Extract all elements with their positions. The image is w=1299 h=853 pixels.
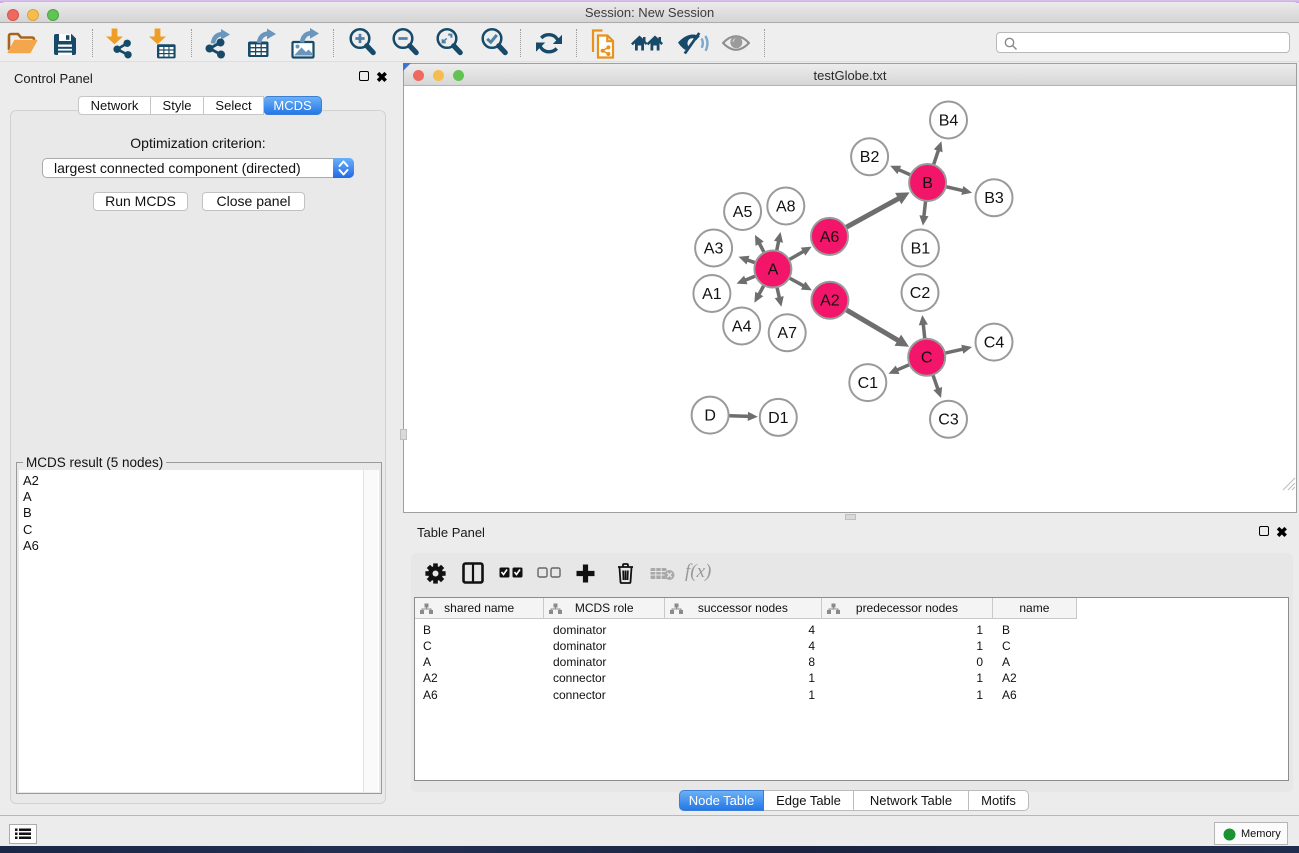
svg-text:C: C bbox=[921, 350, 933, 367]
svg-text:C2: C2 bbox=[910, 285, 931, 302]
svg-text:A8: A8 bbox=[776, 199, 796, 216]
svg-text:A6: A6 bbox=[820, 229, 840, 246]
svg-text:A1: A1 bbox=[702, 286, 722, 303]
svg-text:A7: A7 bbox=[777, 325, 797, 342]
svg-text:A: A bbox=[768, 262, 779, 279]
svg-text:A5: A5 bbox=[733, 204, 753, 221]
svg-text:C1: C1 bbox=[858, 375, 879, 392]
svg-text:A3: A3 bbox=[704, 241, 724, 258]
svg-text:B2: B2 bbox=[860, 149, 880, 166]
svg-text:D: D bbox=[704, 408, 716, 425]
svg-text:B3: B3 bbox=[984, 190, 1004, 207]
svg-text:A2: A2 bbox=[820, 293, 840, 310]
svg-text:B: B bbox=[922, 175, 933, 192]
svg-text:D1: D1 bbox=[768, 410, 789, 427]
svg-text:A4: A4 bbox=[732, 319, 752, 336]
svg-text:B4: B4 bbox=[939, 113, 959, 130]
svg-text:C4: C4 bbox=[984, 335, 1005, 352]
svg-text:C3: C3 bbox=[938, 412, 959, 429]
svg-text:B1: B1 bbox=[911, 241, 931, 258]
